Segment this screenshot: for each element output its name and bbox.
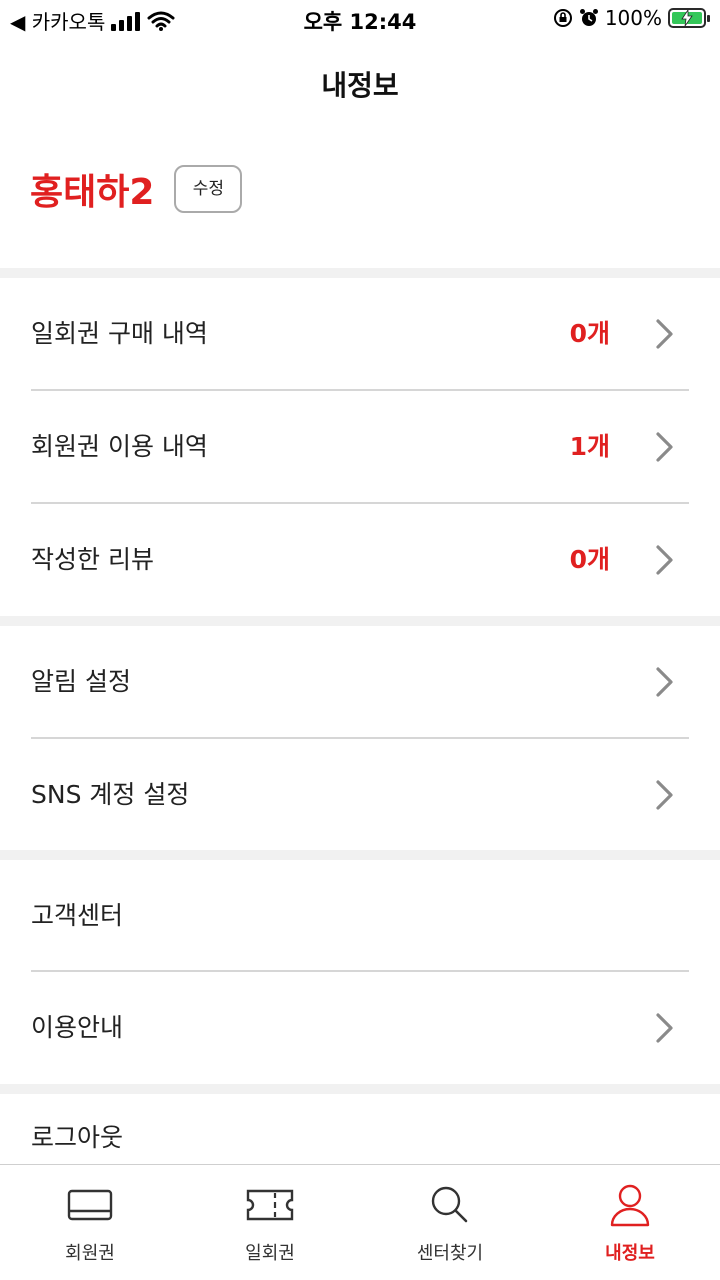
chevron-right-icon xyxy=(656,319,673,349)
tab-membership[interactable]: 회원권 xyxy=(0,1165,180,1280)
menu-row-membership-usage-history[interactable]: 회원권 이용 내역 1개 xyxy=(0,391,720,503)
edit-profile-button[interactable]: 수정 xyxy=(174,165,243,213)
page-title: 내정보 xyxy=(321,69,399,102)
section-separator xyxy=(0,268,720,278)
menu-row-label: 회원권 이용 내역 xyxy=(31,432,208,461)
alarm-icon xyxy=(579,9,598,26)
menu-row-usage-guide[interactable]: 이용안내 xyxy=(0,972,720,1084)
menu-row-label: 작성한 리뷰 xyxy=(31,545,154,574)
section-separator xyxy=(0,1084,720,1094)
membership-card-icon xyxy=(67,1189,113,1221)
section-separator xyxy=(0,616,720,626)
tab-label: 일회권 xyxy=(245,1243,295,1264)
menu-row-customer-center[interactable]: 고객센터 xyxy=(0,860,720,972)
tab-label: 내정보 xyxy=(605,1243,655,1264)
logout-row[interactable]: 로그아웃 xyxy=(0,1094,720,1164)
menu-row-notification-settings[interactable]: 알림 설정 xyxy=(0,626,720,738)
menu-row-sns-account-settings[interactable]: SNS 계정 설정 xyxy=(0,739,720,851)
section-separator xyxy=(0,850,720,860)
battery-percent: 100% xyxy=(604,6,662,30)
bottom-tab-bar: 회원권 일회권 센터찾기 내정보 xyxy=(0,1164,720,1280)
menu-row-my-reviews[interactable]: 작성한 리뷰 0개 xyxy=(0,504,720,616)
menu-row-label: 고객센터 xyxy=(31,901,124,930)
profile-header: 홍태하2 수정 xyxy=(30,164,243,214)
menu-row-label: SNS 계정 설정 xyxy=(31,780,190,809)
chevron-right-icon xyxy=(656,780,673,810)
menu-row-label: 알림 설정 xyxy=(31,667,131,696)
chevron-right-icon xyxy=(656,545,673,575)
menu-row-count: 0개 xyxy=(569,545,610,574)
tab-find-center[interactable]: 센터찾기 xyxy=(360,1165,540,1280)
chevron-right-icon xyxy=(656,667,673,697)
status-right: 100% xyxy=(553,6,710,30)
menu-row-label: 일회권 구매 내역 xyxy=(31,319,208,348)
menu-row-count: 0개 xyxy=(569,319,610,348)
person-icon xyxy=(610,1184,650,1227)
status-bar: ◀ 카카오톡 오후 12:44 100% xyxy=(0,0,720,40)
profile-name: 홍태하2 xyxy=(30,172,155,213)
rotation-lock-icon xyxy=(553,9,572,27)
tab-my-info[interactable]: 내정보 xyxy=(540,1165,720,1280)
tab-label: 회원권 xyxy=(65,1243,115,1264)
search-icon xyxy=(431,1186,468,1223)
menu-row-onetime-purchase-history[interactable]: 일회권 구매 내역 0개 xyxy=(0,278,720,390)
menu-row-count: 1개 xyxy=(569,432,610,461)
battery-charging-icon xyxy=(668,8,710,28)
chevron-right-icon xyxy=(656,1013,673,1043)
tab-onetime-pass[interactable]: 일회권 xyxy=(180,1165,360,1280)
ticket-icon xyxy=(246,1189,294,1221)
chevron-right-icon xyxy=(656,432,673,462)
tab-label: 센터찾기 xyxy=(416,1243,484,1264)
menu-row-label: 이용안내 xyxy=(31,1013,124,1042)
